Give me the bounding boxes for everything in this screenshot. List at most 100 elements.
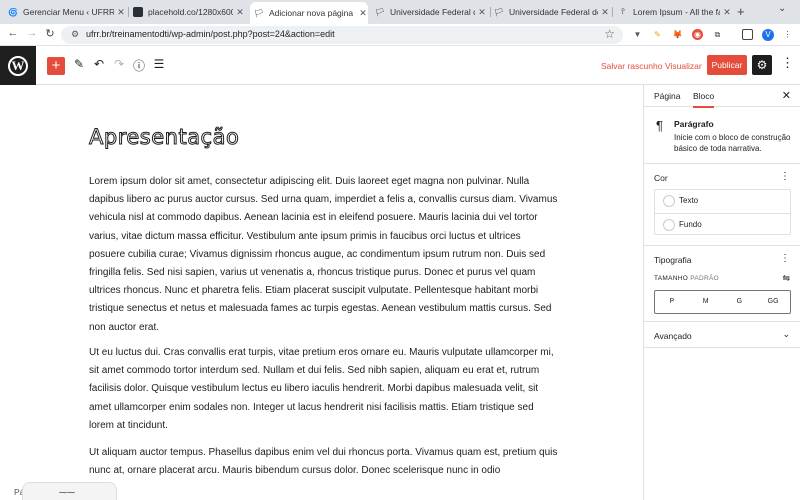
browser-tab-bar: 🌀 Gerenciar Menu ‹ UFRR ✕ placehold.co/1… xyxy=(0,0,800,24)
close-tab-icon[interactable]: ✕ xyxy=(722,7,732,18)
placeholder-favicon-icon xyxy=(133,7,143,17)
browser-tab-active[interactable]: 🏳 Adicionar nova página ‹ Tr ✕ xyxy=(250,2,368,24)
wordpress-logo-button[interactable]: W xyxy=(0,46,36,85)
color-background-label: Fundo xyxy=(679,220,702,229)
tab-title: Adicionar nova página ‹ Tr xyxy=(269,8,356,18)
close-tab-icon[interactable]: ✕ xyxy=(116,7,126,18)
color-background-option[interactable]: Fundo xyxy=(655,213,790,236)
extensions-puzzle-icon[interactable]: ⧉ xyxy=(712,29,723,40)
color-options-icon[interactable]: ⋮ xyxy=(780,171,790,182)
block-description: Inicie com o bloco de construção básico … xyxy=(674,133,791,153)
post-title[interactable]: Apresentação xyxy=(88,125,239,150)
side-panel-icon[interactable] xyxy=(742,29,753,40)
close-tab-icon[interactable]: ✕ xyxy=(600,7,610,18)
font-size-picker: P M G GG xyxy=(654,290,791,314)
save-draft-button[interactable]: Salvar rascunho xyxy=(601,61,662,71)
tab-title: Lorem Ipsum - All the fact xyxy=(633,7,720,17)
paragraph-block[interactable]: Lorem ipsum dolor sit amet, consectetur … xyxy=(89,173,559,337)
new-tab-icon[interactable]: + xyxy=(737,4,745,19)
tools-pencil-icon[interactable]: ✎ xyxy=(72,57,86,71)
more-options-icon[interactable]: ⋮ xyxy=(781,55,794,71)
paragraph-block[interactable]: Ut aliquam auctor tempus. Phasellus dapi… xyxy=(89,444,559,480)
profile-avatar[interactable]: V xyxy=(762,29,774,41)
divider xyxy=(644,245,800,246)
browser-tab[interactable]: 🏳 Universidade Federal de R ✕ xyxy=(375,2,487,22)
close-tab-icon[interactable]: ✕ xyxy=(477,7,487,18)
tab-title: Gerenciar Menu ‹ UFRR xyxy=(23,7,114,17)
font-size-label: TAMANHO PADRÃO xyxy=(654,275,719,282)
metamask-icon[interactable]: 🦊 xyxy=(672,29,683,40)
preview-button[interactable]: Visualizar xyxy=(665,61,702,71)
list-view-icon[interactable]: ☰ xyxy=(152,57,166,71)
address-bar[interactable]: ⚙ ufrr.br/treinamentodti/wp-admin/post.p… xyxy=(61,26,623,44)
wp-favicon-icon: 🏳 xyxy=(253,8,265,18)
extension-red-icon[interactable]: ◉ xyxy=(692,29,703,40)
close-tab-icon[interactable]: ✕ xyxy=(358,8,368,19)
typography-options-icon[interactable]: ⋮ xyxy=(780,253,790,264)
details-info-icon[interactable]: ⓘ xyxy=(132,57,146,74)
url-text[interactable]: ufrr.br/treinamentodti/wp-admin/post.php… xyxy=(86,29,335,39)
divider xyxy=(644,347,800,348)
chevron-down-icon[interactable]: ⌄ xyxy=(778,3,786,14)
tab-title: placehold.co/1280x600/b xyxy=(148,7,233,17)
size-option-g[interactable]: G xyxy=(723,291,757,313)
back-icon[interactable]: ← xyxy=(6,27,20,39)
color-settings: Texto Fundo xyxy=(654,189,791,235)
font-size-label-text: TAMANHO xyxy=(654,275,689,282)
sidebar-tabs: Página Bloco ✕ xyxy=(644,85,800,108)
tab-page[interactable]: Página xyxy=(654,91,680,101)
ufrr-favicon-icon: 🏳 xyxy=(494,7,505,17)
ufrr-favicon-icon: 🏳 xyxy=(375,7,386,17)
extension-v-icon[interactable]: ▼ xyxy=(632,29,643,40)
font-size-value: PADRÃO xyxy=(690,275,720,282)
browser-tab[interactable]: placehold.co/1280x600/b ✕ xyxy=(133,2,245,22)
advanced-panel-toggle[interactable]: Avançado xyxy=(654,331,692,341)
drag-handle-icon[interactable]: ⁓⁓ xyxy=(59,488,79,497)
tab-divider xyxy=(490,7,491,17)
tab-divider xyxy=(128,7,129,17)
wordpress-logo-icon: W xyxy=(8,55,28,76)
paragraph-icon: ¶ xyxy=(656,118,663,133)
size-option-p[interactable]: P xyxy=(655,291,689,313)
editor-header: W + ✎ ↶ ↷ ⓘ ☰ Salvar rascunho Visualizar… xyxy=(0,46,800,85)
editor-canvas: Apresentação Lorem ipsum dolor sit amet,… xyxy=(0,85,643,500)
close-icon[interactable]: ✕ xyxy=(782,89,791,102)
site-info-icon[interactable]: ⚙ xyxy=(71,29,79,40)
color-text-label: Texto xyxy=(679,196,699,205)
undo-icon[interactable]: ↶ xyxy=(92,57,106,71)
size-option-m[interactable]: M xyxy=(689,291,723,313)
tab-title: Universidade Federal de R xyxy=(390,7,475,17)
extension-pen-icon[interactable]: ✎ xyxy=(652,29,663,40)
block-card: ¶ Parágrafo Inicie com o bloco de constr… xyxy=(644,107,800,164)
ufrr-favicon-icon: 🌀 xyxy=(8,7,18,17)
color-panel-title: Cor xyxy=(654,173,668,183)
browser-tab[interactable]: 🏳 Universidade Federal de R ✕ xyxy=(494,2,610,22)
bookmark-star-icon[interactable]: ☆ xyxy=(604,27,615,41)
settings-sidebar: Página Bloco ✕ ¶ Parágrafo Inicie com o … xyxy=(643,85,800,500)
block-inserter-button[interactable]: + xyxy=(47,57,65,75)
divider xyxy=(644,321,800,322)
forward-icon[interactable]: → xyxy=(25,27,39,39)
redo-icon[interactable]: ↷ xyxy=(112,57,126,71)
tab-divider xyxy=(612,7,613,17)
swatch-icon xyxy=(663,219,675,231)
tab-title: Universidade Federal de R xyxy=(509,7,598,17)
publish-button[interactable]: Publicar xyxy=(707,55,747,75)
block-name: Parágrafo xyxy=(674,119,714,129)
custom-size-toggle-icon[interactable]: ⇋ xyxy=(782,273,790,284)
chevron-down-icon[interactable]: ⌄ xyxy=(782,329,790,340)
browser-tab[interactable]: 🌀 Gerenciar Menu ‹ UFRR ✕ xyxy=(8,2,126,22)
browser-tab[interactable]: ⫯ Lorem Ipsum - All the fact ✕ xyxy=(618,2,732,22)
typography-panel-title: Tipografia xyxy=(654,255,692,265)
tab-block[interactable]: Bloco xyxy=(693,91,715,108)
swatch-icon xyxy=(663,195,675,207)
close-tab-icon[interactable]: ✕ xyxy=(235,7,245,18)
color-text-option[interactable]: Texto xyxy=(655,190,790,213)
reload-icon[interactable]: ↻ xyxy=(43,27,57,40)
settings-gear-icon[interactable]: ⚙ xyxy=(752,55,772,75)
browser-menu-icon[interactable]: ⋮ xyxy=(782,29,793,40)
lipsum-favicon-icon: ⫯ xyxy=(621,7,625,16)
size-option-gg[interactable]: GG xyxy=(756,291,790,313)
paragraph-block[interactable]: Ut eu luctus dui. Cras convallis erat tu… xyxy=(89,344,559,435)
browser-toolbar: ← → ↻ ⚙ ufrr.br/treinamentodti/wp-admin/… xyxy=(0,24,800,46)
